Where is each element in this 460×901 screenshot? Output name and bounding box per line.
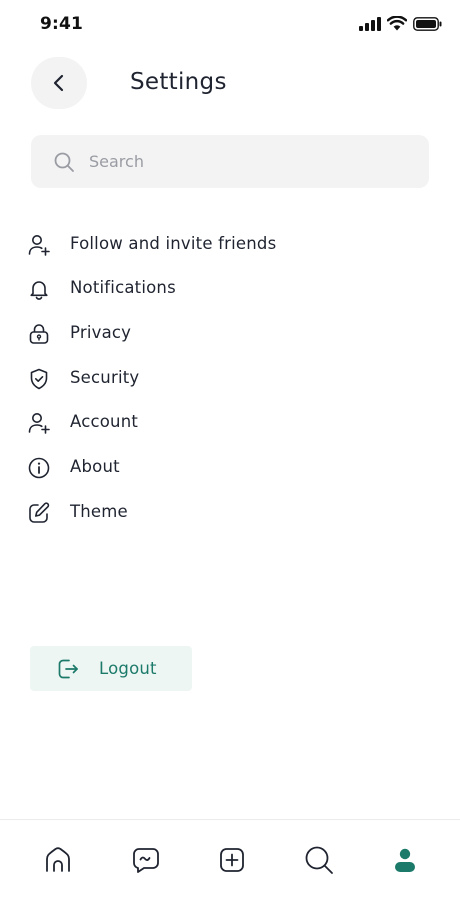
bell-icon <box>30 281 48 300</box>
info-icon <box>28 457 50 479</box>
nav-profile[interactable] <box>389 844 421 876</box>
edit-icon <box>29 502 50 523</box>
status-bar: 9:41 <box>0 0 460 50</box>
menu-item-label: Account <box>70 412 139 431</box>
menu-item-privacy[interactable]: Privacy <box>0 311 460 355</box>
nav-create[interactable] <box>216 844 248 876</box>
menu-item-label: Theme <box>70 502 128 521</box>
status-time: 9:41 <box>40 14 84 34</box>
menu-item-theme[interactable]: Theme <box>0 490 460 534</box>
home-icon <box>46 847 70 872</box>
shield-check-icon <box>30 368 48 390</box>
logout-icon <box>58 659 78 679</box>
user-add-icon <box>28 413 50 434</box>
menu-item-label: Privacy <box>70 323 132 342</box>
nav-messages[interactable] <box>130 844 162 876</box>
menu-item-about[interactable]: About <box>0 445 460 489</box>
chat-icon <box>133 848 159 873</box>
menu-item-label: About <box>70 457 120 476</box>
search-icon <box>54 152 74 172</box>
page-title: Settings <box>130 69 227 95</box>
profile-icon <box>395 848 415 872</box>
plus-square-icon <box>220 848 244 872</box>
header: Settings <box>0 57 460 109</box>
menu-item-notifications[interactable]: Notifications <box>0 266 460 310</box>
back-button[interactable] <box>31 57 87 109</box>
nav-home[interactable] <box>42 844 74 876</box>
wifi-icon <box>387 16 407 31</box>
user-add-icon <box>28 235 50 256</box>
menu-item-label: Security <box>70 368 140 387</box>
battery-icon <box>413 16 442 31</box>
menu-item-follow-invite[interactable]: Follow and invite friends <box>0 222 460 266</box>
menu-item-label: Follow and invite friends <box>70 234 277 253</box>
logout-label: Logout <box>99 659 157 678</box>
menu-item-security[interactable]: Security <box>0 356 460 400</box>
nav-search[interactable] <box>303 844 335 876</box>
search-input[interactable] <box>89 135 409 188</box>
lock-icon <box>29 324 49 344</box>
chevron-left-icon <box>53 74 64 92</box>
bottom-nav <box>0 819 460 901</box>
status-icons <box>359 16 442 31</box>
logout-button[interactable]: Logout <box>30 646 192 691</box>
search-box[interactable] <box>31 135 429 188</box>
menu-item-label: Notifications <box>70 278 176 297</box>
search-icon <box>305 846 333 874</box>
menu-item-account[interactable]: Account <box>0 400 460 444</box>
signal-icon <box>359 16 381 31</box>
